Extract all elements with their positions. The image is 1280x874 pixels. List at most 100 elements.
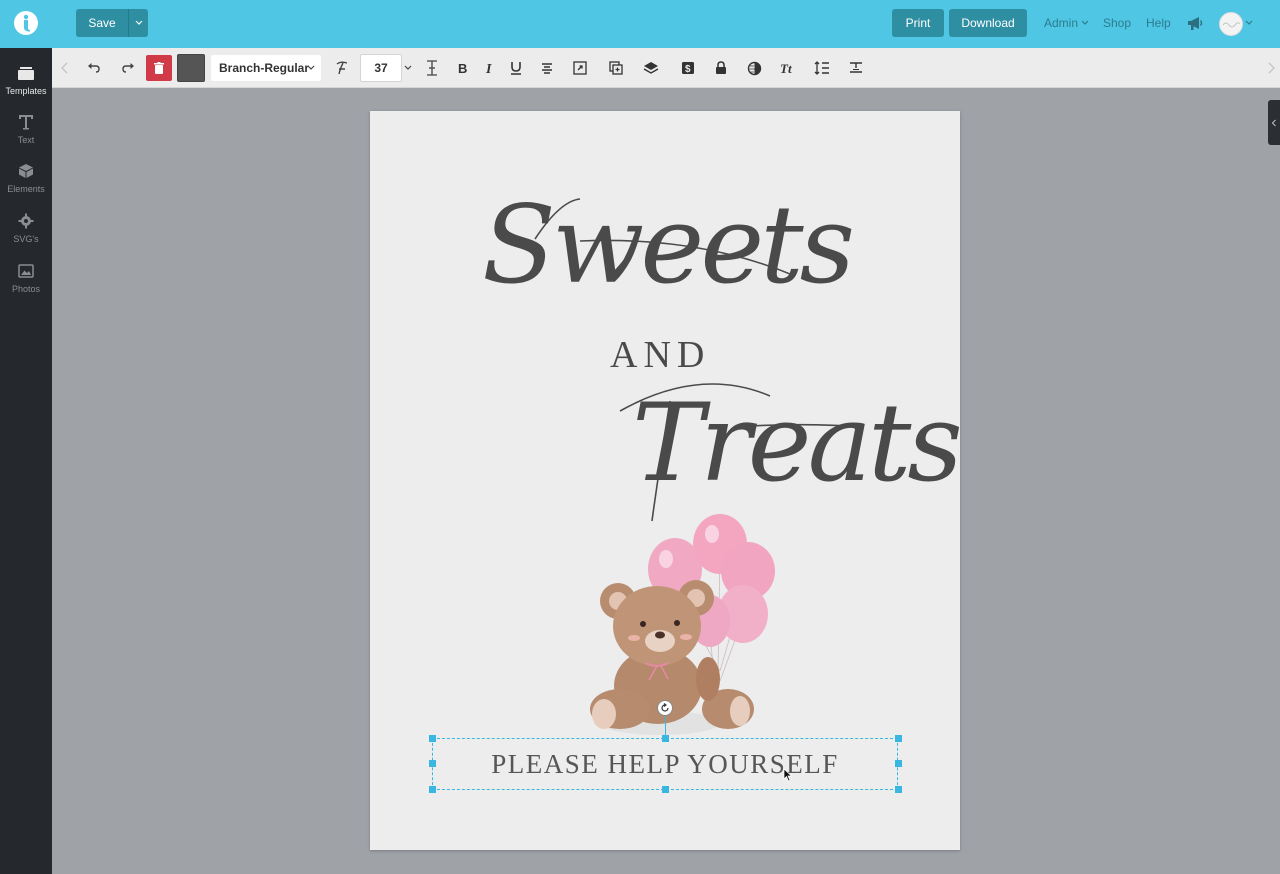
scroll-left-icon[interactable] (60, 62, 70, 74)
resize-icon (573, 61, 587, 75)
resize-button[interactable] (568, 56, 592, 80)
avatar-image-icon (1222, 22, 1240, 28)
dollar-icon: $ (682, 62, 694, 75)
italic-icon: I (485, 62, 492, 75)
trash-icon (154, 62, 164, 74)
opacity-button[interactable] (742, 56, 766, 80)
download-button[interactable]: Download (949, 9, 1027, 37)
bold-button[interactable]: B (451, 56, 475, 80)
redo-icon (122, 63, 134, 73)
left-sidebar: Templates Text Elements SVG's Photos (0, 48, 52, 874)
logo-icon (23, 14, 30, 32)
chevron-left-icon (1271, 119, 1276, 126)
bold-icon: B (458, 61, 467, 75)
sidebar-label: Photos (11, 284, 41, 294)
opacity-icon (747, 61, 761, 75)
resize-handle-bottom[interactable] (662, 786, 669, 793)
mouse-cursor-icon (783, 768, 793, 782)
selection-box[interactable] (432, 738, 898, 790)
title-line-sweets[interactable]: Sweets (482, 183, 855, 308)
sidebar-label: SVG's (13, 234, 39, 244)
help-link[interactable]: Help (1146, 16, 1171, 30)
chevron-down-icon (135, 20, 142, 25)
sidebar-item-templates[interactable]: Templates (0, 62, 52, 106)
undo-icon (88, 63, 100, 73)
script-font-icon (336, 61, 348, 75)
chevron-down-icon (404, 65, 412, 70)
underline-button[interactable] (504, 56, 528, 80)
sidebar-label: Elements (7, 184, 45, 194)
scroll-right-icon[interactable] (1266, 62, 1276, 74)
layers-icon (643, 62, 659, 74)
underline-icon (511, 62, 521, 75)
photos-icon (17, 262, 35, 280)
resize-handle-bottom-left[interactable] (429, 786, 436, 793)
svg-text:$: $ (685, 64, 691, 75)
redo-button[interactable] (116, 56, 140, 80)
lock-icon (716, 61, 726, 74)
sidebar-item-svgs[interactable]: SVG's (0, 210, 52, 254)
lock-button[interactable] (709, 56, 733, 80)
top-header: Save Print Download Admin Shop Help (0, 0, 1280, 48)
text-icon (17, 113, 35, 131)
chevron-down-icon (1081, 20, 1089, 25)
italic-button[interactable]: I (477, 56, 501, 80)
svg-text:Tt: Tt (780, 61, 792, 75)
line-height-icon (814, 61, 829, 75)
sidebar-item-text[interactable]: Text (0, 111, 52, 155)
panel-toggle-tab[interactable] (1268, 100, 1280, 145)
announcements-button[interactable] (1186, 14, 1204, 32)
sidebar-label: Templates (5, 86, 47, 96)
sidebar-item-elements[interactable]: Elements (0, 160, 52, 204)
print-button[interactable]: Print (892, 9, 944, 37)
duplicate-icon (609, 61, 623, 75)
text-path-icon (850, 62, 862, 73)
align-center-icon (542, 63, 552, 74)
app-logo[interactable] (14, 11, 38, 35)
title-and[interactable]: AND (610, 333, 710, 377)
admin-label: Admin (1044, 16, 1079, 30)
align-button[interactable] (535, 56, 559, 80)
text-height-icon (427, 60, 437, 76)
undo-button[interactable] (82, 56, 106, 80)
resize-handle-right[interactable] (895, 760, 902, 767)
layers-button[interactable] (639, 56, 663, 80)
font-style-button[interactable] (330, 56, 354, 80)
chevron-down-icon (307, 65, 315, 70)
chevron-down-icon[interactable] (1245, 19, 1253, 27)
text-transform-button[interactable]: Tt (776, 56, 800, 80)
resize-handle-left[interactable] (429, 760, 436, 767)
resize-handle-bottom-right[interactable] (895, 786, 902, 793)
svg-text:I: I (485, 62, 492, 75)
rotate-handle[interactable] (657, 700, 673, 716)
sidebar-label: Text (17, 135, 35, 145)
font-family-value: Branch-Regular (219, 61, 310, 75)
sidebar-item-photos[interactable]: Photos (0, 260, 52, 304)
user-avatar[interactable] (1219, 12, 1243, 36)
templates-icon (17, 64, 35, 82)
line-height-button[interactable] (810, 56, 834, 80)
curve-text-button[interactable] (844, 56, 868, 80)
megaphone-icon (1188, 17, 1203, 30)
resize-handle-top-left[interactable] (429, 735, 436, 742)
font-family-select[interactable]: Branch-Regular (211, 55, 321, 81)
save-button-group: Save (76, 9, 148, 37)
svg-text:B: B (458, 61, 467, 75)
save-button[interactable]: Save (76, 9, 128, 37)
title-line-treats[interactable]: Treats (632, 381, 960, 506)
font-size-input[interactable] (360, 54, 402, 82)
price-button[interactable]: $ (676, 56, 700, 80)
save-options-button[interactable] (128, 9, 148, 37)
rotate-icon (661, 703, 669, 712)
delete-button[interactable] (146, 55, 172, 81)
font-size-dropdown[interactable] (402, 54, 414, 82)
letter-spacing-button[interactable] (420, 56, 444, 80)
duplicate-button[interactable] (604, 56, 628, 80)
editor-toolbar: Branch-Regular B I $ Tt (52, 48, 1280, 88)
text-case-icon: Tt (780, 61, 792, 75)
shop-link[interactable]: Shop (1103, 16, 1131, 30)
resize-handle-top-right[interactable] (895, 735, 902, 742)
admin-menu[interactable]: Admin (1044, 16, 1089, 30)
resize-handle-top[interactable] (662, 735, 669, 742)
text-color-swatch[interactable] (177, 54, 205, 82)
